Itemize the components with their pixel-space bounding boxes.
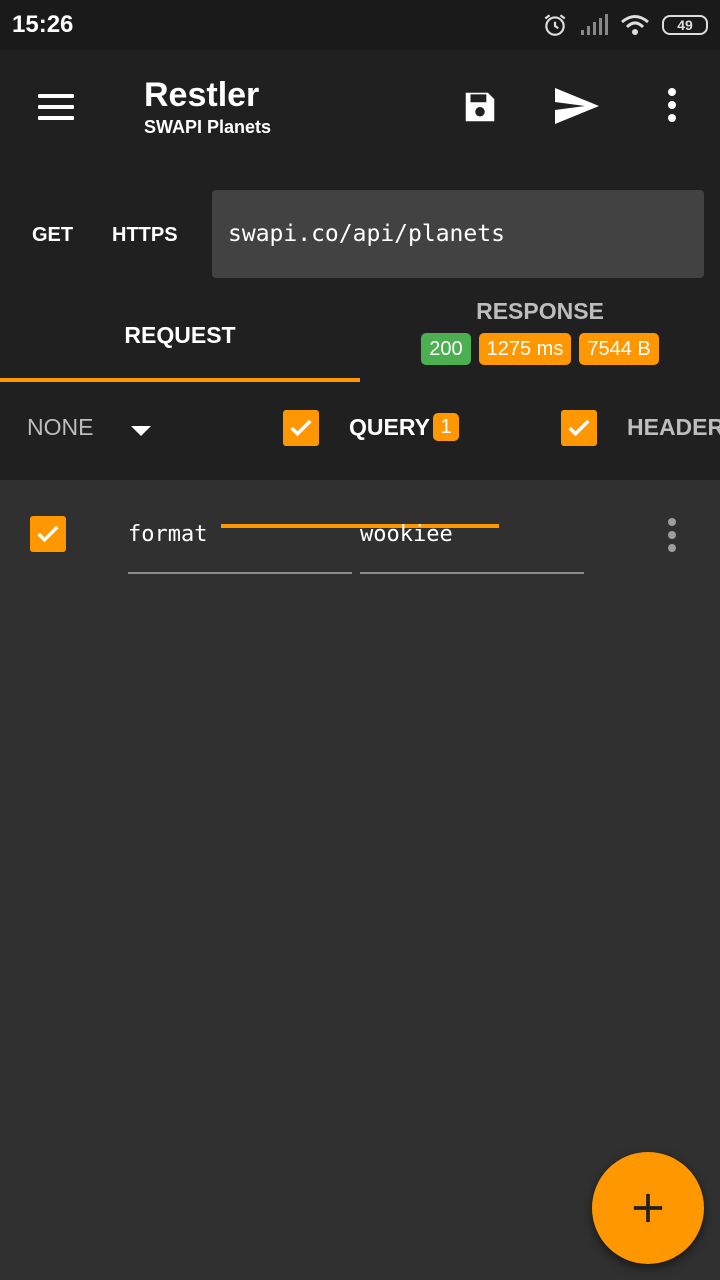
check-icon xyxy=(290,419,312,437)
status-bar: 15:26 49 xyxy=(0,0,720,50)
size-badge: 7544 B xyxy=(579,333,659,365)
more-vert-icon[interactable] xyxy=(662,88,682,128)
param-key-input[interactable]: format xyxy=(128,510,352,574)
send-icon[interactable] xyxy=(553,86,601,126)
add-icon xyxy=(633,1193,663,1223)
app-subtitle: SWAPI Planets xyxy=(144,117,272,137)
add-param-button[interactable] xyxy=(592,1152,704,1264)
more-vert-icon[interactable] xyxy=(666,518,678,554)
tab-request-label: REQUEST xyxy=(124,321,236,348)
app-title: Restler xyxy=(144,76,260,114)
chevron-down-icon[interactable] xyxy=(131,426,151,436)
url-input[interactable]: swapi.co/api/planets xyxy=(212,190,704,278)
status-badge: 200 xyxy=(421,333,471,365)
save-icon[interactable] xyxy=(461,88,499,126)
menu-icon[interactable] xyxy=(38,94,74,120)
param-enabled-checkbox[interactable] xyxy=(30,516,66,552)
param-value-input[interactable]: wookiee xyxy=(360,510,584,574)
tab-request-indicator xyxy=(0,378,360,382)
scheme-selector[interactable]: HTTPS xyxy=(112,224,178,247)
body-type-selector[interactable]: NONE xyxy=(27,414,93,441)
query-count-badge: 1 xyxy=(433,413,459,441)
query-param-row: format wookiee xyxy=(0,500,720,580)
wifi-icon xyxy=(621,15,649,35)
alarm-icon xyxy=(544,14,566,36)
battery-level: 49 xyxy=(677,17,693,33)
tab-headers[interactable]: HEADERS xyxy=(627,414,720,441)
signal-icon xyxy=(581,14,608,35)
app-bar: Restler SWAPI Planets GET HTTPS swapi.co… xyxy=(0,50,720,528)
method-selector[interactable]: GET xyxy=(32,224,73,247)
tab-response[interactable]: RESPONSE 200 1275 ms 7544 B xyxy=(360,298,720,378)
check-icon xyxy=(37,525,59,543)
query-checkbox[interactable] xyxy=(283,410,319,446)
status-time: 15:26 xyxy=(12,11,74,38)
battery-icon: 49 xyxy=(662,15,708,35)
check-icon xyxy=(568,419,590,437)
subtabs: NONE QUERY 1 HEADERS xyxy=(0,384,720,528)
response-badges: 200 1275 ms 7544 B xyxy=(360,333,720,365)
status-icons: 49 xyxy=(542,12,708,38)
headers-checkbox[interactable] xyxy=(561,410,597,446)
tab-query[interactable]: QUERY xyxy=(349,414,430,441)
tab-request[interactable]: REQUEST xyxy=(0,288,360,382)
tab-response-label: RESPONSE xyxy=(476,298,604,324)
time-badge: 1275 ms xyxy=(478,333,572,365)
